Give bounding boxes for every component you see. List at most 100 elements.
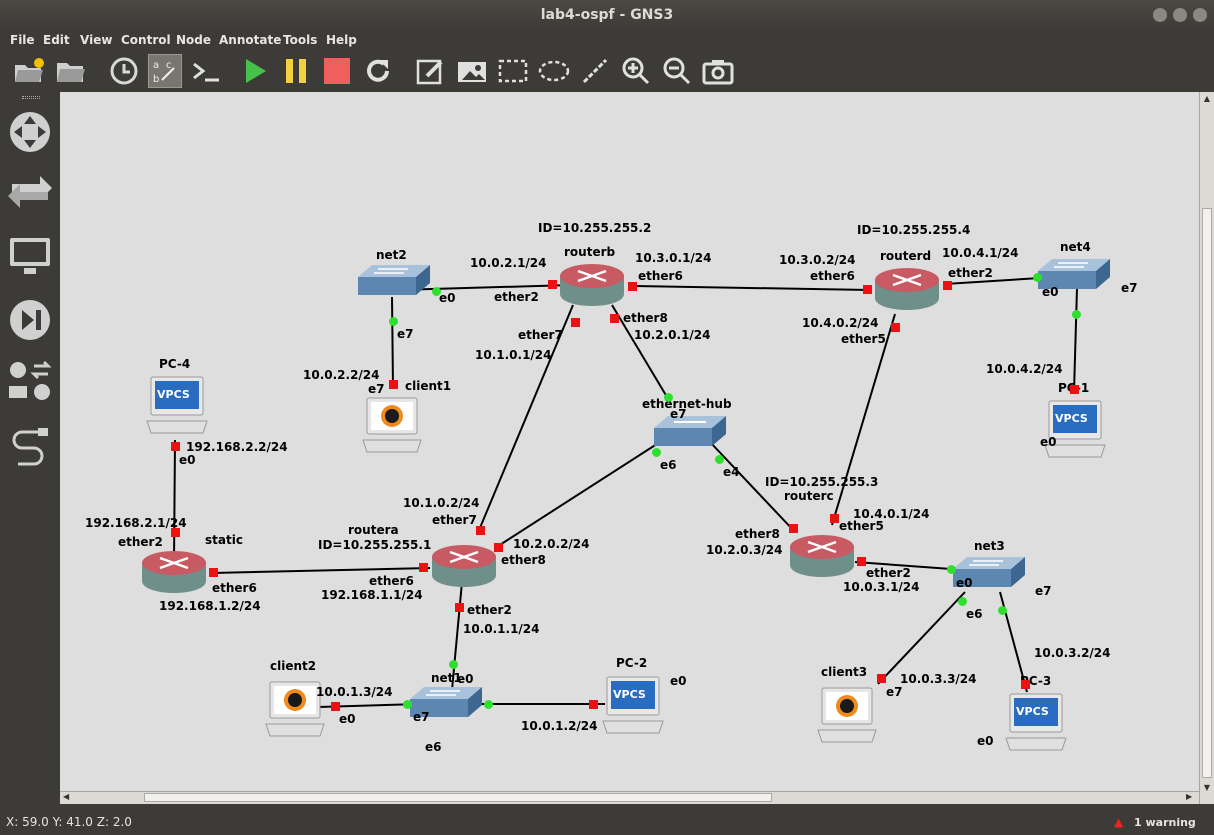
port-dot: [171, 442, 180, 451]
link-static-routera: [211, 567, 431, 574]
interface-label: 192.168.1.1/24: [321, 588, 423, 602]
all-devices-icon[interactable]: [6, 360, 54, 408]
menu-edit[interactable]: Edit: [43, 33, 70, 47]
qemu-client3[interactable]: [816, 686, 880, 748]
switch-net2[interactable]: [358, 265, 430, 301]
routers-icon[interactable]: [8, 110, 52, 158]
menu-annotate[interactable]: Annotate: [219, 33, 281, 47]
scroll-up-icon[interactable]: ▲: [1202, 94, 1212, 104]
interface-label: ether6: [212, 581, 257, 595]
interface-label: ether6: [638, 269, 683, 283]
line-icon[interactable]: [578, 54, 612, 88]
menu-tools[interactable]: Tools: [283, 33, 317, 47]
snapshot-abc-icon[interactable]: acb: [148, 54, 182, 88]
open-folder-icon[interactable]: [54, 54, 88, 88]
port-dot: [331, 702, 340, 711]
link-routerb-routerd: [631, 285, 871, 291]
qemu-client1[interactable]: [361, 396, 425, 458]
end-devices-icon[interactable]: [8, 234, 52, 282]
menu-help[interactable]: Help: [326, 33, 357, 47]
security-devices-icon[interactable]: [8, 298, 52, 346]
note-icon[interactable]: [413, 54, 447, 88]
routera-label: routera: [348, 523, 399, 537]
interface-label: 10.3.0.2/24: [779, 253, 856, 267]
interface-label: ether7: [518, 328, 563, 342]
vpcs-pc3[interactable]: VPCS: [1004, 692, 1068, 758]
add-link-icon[interactable]: [8, 422, 52, 474]
router-routerc[interactable]: [788, 533, 856, 583]
zoom-out-icon[interactable]: [660, 54, 694, 88]
horizontal-scroll-thumb[interactable]: [144, 793, 772, 802]
menu-control[interactable]: Control: [121, 33, 171, 47]
port-dot: [455, 603, 464, 612]
interface-label: ether5: [841, 332, 886, 346]
port-dot: [857, 557, 866, 566]
vpcs-pc4[interactable]: VPCS: [145, 375, 209, 441]
interface-label: e7: [413, 710, 430, 724]
router-routerb[interactable]: [558, 262, 626, 312]
vertical-scroll-thumb[interactable]: [1202, 208, 1212, 778]
router-routera[interactable]: [430, 543, 498, 593]
close-button[interactable]: [1193, 8, 1207, 22]
menu-node[interactable]: Node: [176, 33, 211, 47]
interface-label: 192.168.1.2/24: [159, 599, 261, 613]
interface-label: ether8: [735, 527, 780, 541]
reload-icon[interactable]: [361, 54, 395, 88]
port-dot: [548, 280, 557, 289]
grip-handle[interactable]: [22, 96, 40, 99]
rectangle-icon[interactable]: [496, 54, 530, 88]
interface-label: ether2: [494, 290, 539, 304]
port-dot: [1021, 680, 1030, 689]
vpcs-pc2[interactable]: VPCS: [601, 675, 665, 741]
interface-label: e7: [368, 382, 385, 396]
routerc-label: routerc: [784, 489, 834, 503]
net2-label: net2: [376, 248, 407, 262]
scroll-down-icon[interactable]: ▼: [1202, 783, 1212, 793]
hub-ethernet-hub[interactable]: [654, 416, 726, 452]
vertical-scrollbar[interactable]: ▲ ▼: [1199, 92, 1214, 804]
routerb-label: routerb: [564, 245, 616, 259]
topology-canvas[interactable]: net2 routerb ID=10.255.255.2 routerd ID=…: [60, 92, 1199, 791]
port-dot: [877, 674, 886, 683]
minimize-button[interactable]: [1153, 8, 1167, 22]
router-routerd[interactable]: [873, 266, 941, 316]
client2-label: client2: [270, 659, 317, 673]
interface-label: 10.3.0.1/24: [635, 251, 712, 265]
menu-view[interactable]: View: [80, 33, 112, 47]
toolbar: acb: [0, 50, 1214, 92]
screenshot-icon[interactable]: [701, 54, 735, 88]
switches-icon[interactable]: [6, 172, 54, 216]
horizontal-scrollbar[interactable]: ◀ ▶: [60, 791, 1199, 804]
menu-file[interactable]: File: [10, 33, 35, 47]
clock-icon[interactable]: [107, 54, 141, 88]
pc1-badge: VPCS: [1055, 412, 1088, 425]
scroll-right-icon[interactable]: ▶: [1186, 792, 1196, 803]
port-dot: [947, 565, 956, 574]
interface-label: 10.0.4.2/24: [986, 362, 1063, 376]
picture-icon[interactable]: [455, 54, 489, 88]
interface-label: ether2: [467, 603, 512, 617]
port-dot: [652, 448, 661, 457]
console-icon[interactable]: [190, 54, 224, 88]
maximize-button[interactable]: [1173, 8, 1187, 22]
start-icon[interactable]: [238, 54, 272, 88]
device-toolbar: [0, 92, 60, 812]
port-dot: [891, 323, 900, 332]
interface-label: 10.0.3.1/24: [843, 580, 920, 594]
scroll-left-icon[interactable]: ◀: [63, 792, 73, 803]
open-project-icon[interactable]: [12, 54, 46, 88]
port-dot: [389, 317, 398, 326]
stop-icon[interactable]: [320, 54, 354, 88]
port-dot: [389, 380, 398, 389]
port-dot: [476, 526, 485, 535]
port-dot: [610, 314, 619, 323]
pause-icon[interactable]: [279, 54, 313, 88]
title-bar: lab4-ospf - GNS3: [0, 0, 1214, 30]
ellipse-icon[interactable]: [537, 54, 571, 88]
router-static[interactable]: [140, 549, 208, 599]
zoom-in-icon[interactable]: [619, 54, 653, 88]
port-dot: [830, 514, 839, 523]
warning-count[interactable]: 1 warning: [1134, 816, 1196, 829]
vpcs-pc1[interactable]: VPCS: [1043, 399, 1107, 465]
routerb-id: ID=10.255.255.2: [538, 221, 652, 235]
